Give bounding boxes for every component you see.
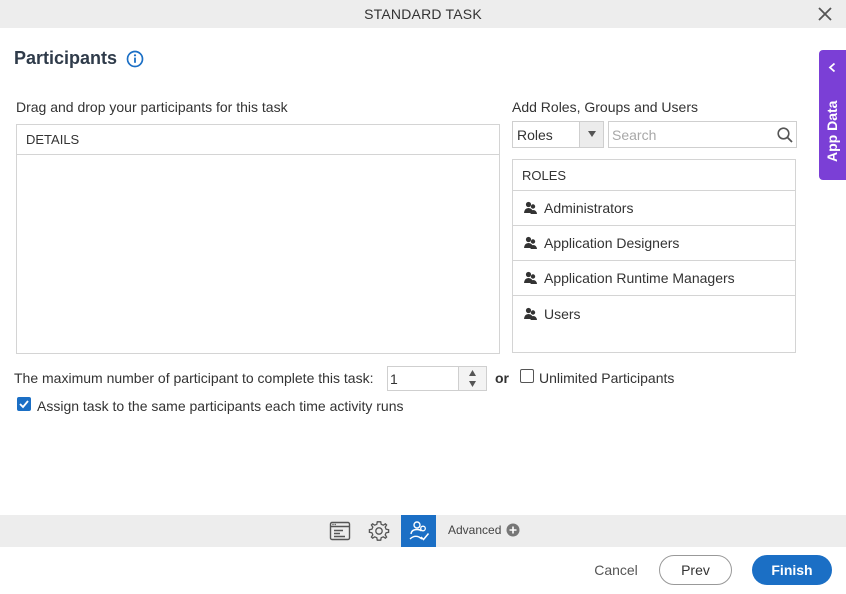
search-input[interactable]	[610, 123, 770, 146]
role-icon	[524, 236, 537, 249]
task-form-button[interactable]	[322, 515, 357, 547]
assign-same-checkbox[interactable]	[17, 397, 31, 411]
add-roles-title: Add Roles, Groups and Users	[512, 99, 698, 115]
close-button[interactable]	[816, 5, 834, 23]
details-header: DETAILS	[17, 125, 499, 155]
max-participants-input[interactable]	[390, 369, 456, 388]
role-icon	[524, 271, 537, 284]
page-heading: Participants	[14, 48, 144, 69]
caret-down-icon	[588, 131, 596, 137]
gear-icon	[368, 521, 390, 541]
advanced-toggle[interactable]: Advanced	[448, 523, 520, 537]
participants-icon	[409, 521, 430, 541]
info-icon[interactable]	[126, 50, 144, 68]
list-item[interactable]: Application Runtime Managers	[513, 261, 795, 296]
participant-type-value: Roles	[517, 127, 553, 143]
triangle-up-icon	[469, 370, 476, 376]
max-participants-label: The maximum number of participant to com…	[14, 370, 374, 386]
role-label: Administrators	[544, 200, 634, 216]
plus-circle-icon	[506, 523, 520, 537]
settings-button[interactable]	[361, 515, 396, 547]
roles-list: ROLES Administrators Application Designe…	[512, 159, 796, 353]
list-item[interactable]: Administrators	[513, 191, 795, 226]
cancel-button[interactable]: Cancel	[586, 555, 646, 585]
or-label: or	[495, 370, 509, 386]
window-titlebar: STANDARD TASK	[0, 0, 846, 28]
footer-toolbar: Advanced	[0, 515, 846, 547]
drag-drop-instruction: Drag and drop your participants for this…	[16, 99, 288, 115]
role-label: Application Runtime Managers	[544, 270, 735, 286]
participants-button[interactable]	[401, 515, 436, 547]
chevron-left-icon	[828, 62, 836, 73]
role-label: Application Designers	[544, 235, 680, 251]
app-data-tab[interactable]: App Data	[819, 50, 846, 180]
role-label: Users	[544, 305, 581, 322]
role-icon	[524, 307, 537, 320]
roles-list-header: ROLES	[513, 160, 795, 191]
max-participants-stepper[interactable]	[387, 366, 487, 391]
search-field[interactable]	[608, 121, 797, 148]
role-icon	[524, 201, 537, 214]
unlimited-participants-checkbox[interactable]	[520, 369, 534, 383]
window-title: STANDARD TASK	[364, 6, 482, 22]
unlimited-participants-label: Unlimited Participants	[539, 370, 675, 386]
form-icon	[329, 521, 351, 541]
close-icon	[818, 7, 832, 21]
list-item[interactable]: Users	[513, 296, 795, 331]
advanced-label: Advanced	[448, 523, 502, 537]
prev-button[interactable]: Prev	[659, 555, 732, 585]
stepper-decrement[interactable]	[459, 379, 486, 390]
stepper-increment[interactable]	[459, 368, 486, 379]
checkmark-icon	[19, 400, 29, 409]
app-data-label: App Data	[824, 100, 840, 162]
participants-drop-zone[interactable]: DETAILS	[16, 124, 500, 354]
assign-same-label: Assign task to the same participants eac…	[37, 398, 404, 414]
stepper-spin	[458, 367, 486, 390]
participant-type-select[interactable]: Roles	[512, 121, 604, 148]
search-icon	[777, 127, 793, 143]
page-title: Participants	[14, 48, 118, 68]
list-item[interactable]: Application Designers	[513, 226, 795, 261]
triangle-down-icon	[469, 381, 476, 387]
search-button[interactable]	[776, 126, 794, 144]
finish-button[interactable]: Finish	[752, 555, 832, 585]
select-arrow[interactable]	[579, 122, 603, 147]
